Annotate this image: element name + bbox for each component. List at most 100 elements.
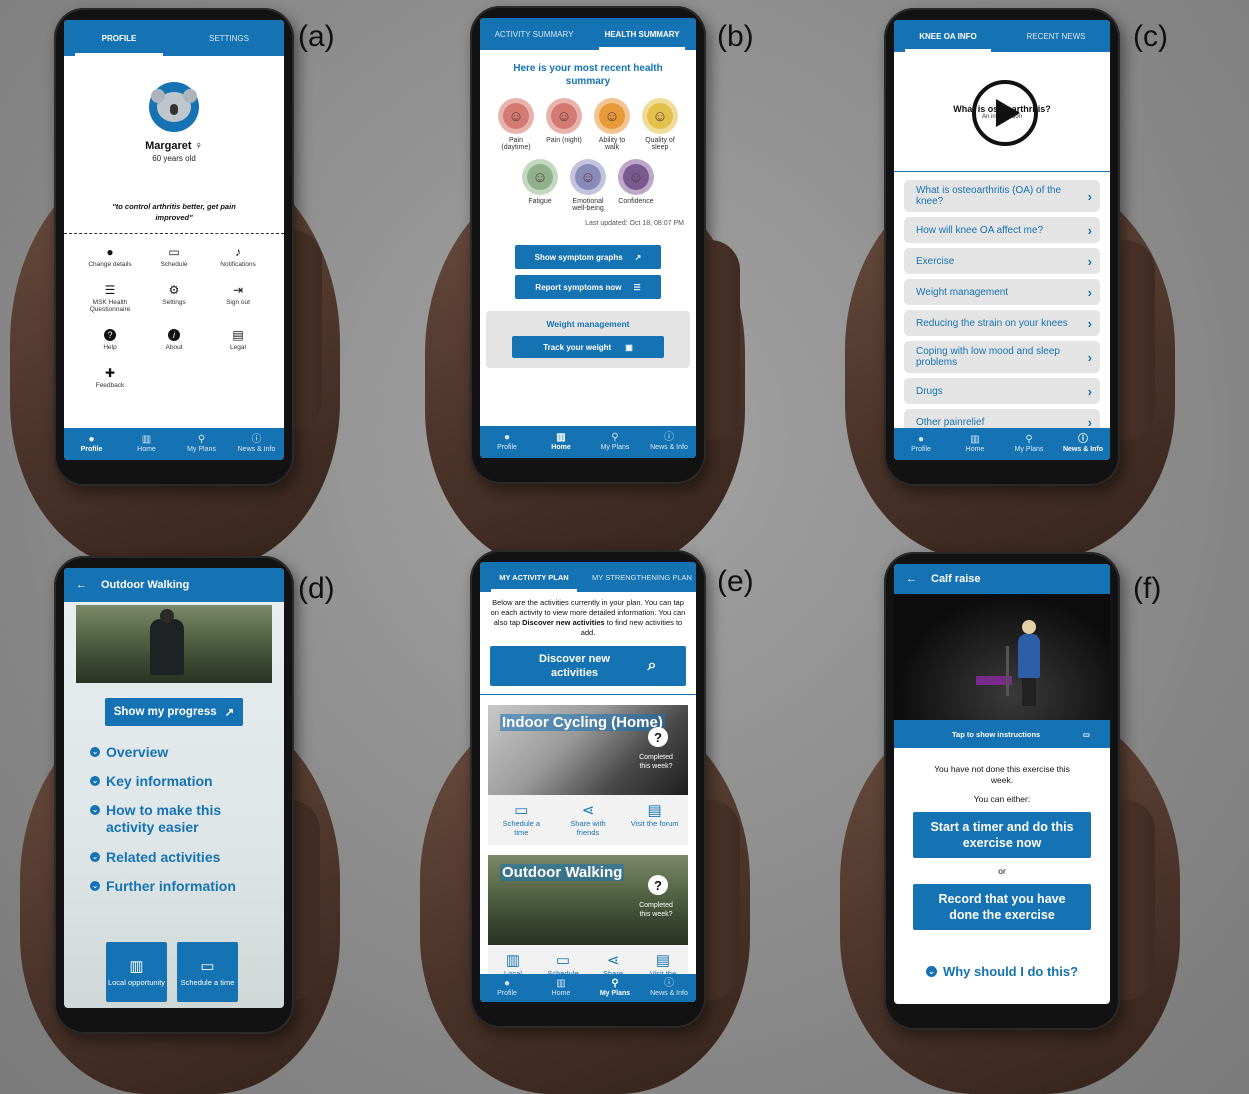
- koala-icon: [151, 89, 197, 122]
- nav-home[interactable]: ▥ Home: [948, 428, 1002, 460]
- list-item[interactable]: What is osteoarthritis (OA) of the knee?…: [904, 180, 1100, 212]
- list-item[interactable]: Weight management ›: [904, 279, 1100, 305]
- help-icon[interactable]: ?: [648, 875, 668, 895]
- nav-profile[interactable]: ● Profile: [480, 426, 534, 458]
- help-icon[interactable]: ?: [648, 727, 668, 747]
- tab-recent-news[interactable]: RECENT NEWS: [1002, 20, 1110, 52]
- map-icon: ▥: [129, 958, 144, 975]
- phone-e: MY ACTIVITY PLAN MY STRENGTHENING PLAN B…: [470, 550, 706, 1028]
- avatar[interactable]: [149, 82, 199, 132]
- section-related-activities[interactable]: ⌄ Related activities: [90, 849, 284, 865]
- sliders-icon: ☰: [633, 282, 641, 292]
- schedule-time-button[interactable]: ▭ Schedule a time: [177, 942, 238, 1002]
- video-player[interactable]: What is osteoarthritis? An introduction: [894, 52, 1110, 172]
- smiley-icon: ☺: [647, 103, 673, 129]
- face-pain-night[interactable]: ☺ Pain (night): [545, 98, 583, 151]
- forum-action[interactable]: ▤ Visit the forum: [630, 801, 680, 837]
- not-done-text: You have not done this exercise this wee…: [934, 764, 1070, 785]
- list-item[interactable]: Reducing the strain on your knees ›: [904, 310, 1100, 336]
- section-key-information[interactable]: ⌄ Key information: [90, 773, 284, 789]
- share-action[interactable]: ⋖ Share with friends: [563, 801, 613, 837]
- track-weight-button[interactable]: Track your weight ▣: [512, 336, 664, 358]
- section-make-easier[interactable]: ⌄ How to make this activity easier: [90, 802, 230, 836]
- last-updated: Last updated: Oct 18, 08:07 PM: [585, 220, 684, 227]
- section-overview[interactable]: ⌄ Overview: [90, 744, 284, 760]
- nav-news[interactable]: ⓘ News & Info: [642, 426, 696, 458]
- tab-my-activity-plan[interactable]: MY ACTIVITY PLAN: [480, 562, 588, 592]
- nav-plans[interactable]: ⚲ My Plans: [174, 428, 229, 460]
- nav-home[interactable]: ▥ Home: [119, 428, 174, 460]
- local-opportunity-button[interactable]: ▥ Local opportunity: [106, 942, 167, 1002]
- calendar-icon: ▭: [168, 245, 180, 259]
- exercise-video[interactable]: [894, 594, 1110, 720]
- profile-name: Margaret: [145, 140, 192, 152]
- discover-activities-button[interactable]: Discover new activities ⌕: [490, 646, 686, 686]
- record-exercise-button[interactable]: Record that you have done the exercise: [913, 884, 1091, 930]
- nav-home[interactable]: ▥ Home: [534, 426, 588, 458]
- grid-legal[interactable]: ▤ Legal: [206, 329, 270, 351]
- card-actions: ▭ Schedule a time ⋖ Share with friends ▤ Vi…: [488, 795, 688, 845]
- grid-schedule[interactable]: ▭ Schedule: [142, 246, 206, 268]
- face-quality-sleep[interactable]: ☺ Quality of sleep: [641, 98, 679, 151]
- play-icon[interactable]: [972, 80, 1038, 146]
- nav-profile[interactable]: ● Profile: [480, 974, 534, 1002]
- grid-sign-out[interactable]: ⇥ Sign out: [206, 284, 270, 313]
- nav-news[interactable]: ⓘ News & Info: [229, 428, 284, 460]
- face-ability-walk[interactable]: ☺ Ability to walk: [593, 98, 631, 151]
- nav-news[interactable]: ⓘ News & Info: [1056, 428, 1110, 460]
- section-list: ⌄ Overview ⌄ Key information ⌄ How to make …: [64, 744, 284, 894]
- list-item[interactable]: Exercise ›: [904, 248, 1100, 274]
- nav-home[interactable]: ▥ Home: [534, 974, 588, 1002]
- grid-settings[interactable]: ⚙ Settings: [142, 284, 206, 313]
- nav-plans[interactable]: ⚲ My Plans: [1002, 428, 1056, 460]
- why-section[interactable]: ⌄ Why should I do this?: [894, 964, 1110, 979]
- schedule-action[interactable]: ▭ Schedule a time: [496, 801, 546, 837]
- smiley-icon: ☺: [575, 164, 601, 190]
- panel-label-a: (a): [298, 20, 335, 53]
- face-row-2: ☺ Fatigue ☺ Emotional well-being ☺ Confiden…: [480, 159, 696, 212]
- tab-knee-oa-info[interactable]: KNEE OA INFO: [894, 20, 1002, 52]
- grid-notifications[interactable]: ♪ Notifications: [206, 246, 270, 268]
- face-emotional[interactable]: ☺ Emotional well-being: [569, 159, 607, 212]
- forum-icon: ▤: [655, 952, 671, 969]
- grid-about[interactable]: i About: [142, 329, 206, 351]
- nav-plans[interactable]: ⚲ My Plans: [588, 426, 642, 458]
- either-text: You can either:: [973, 794, 1031, 804]
- nav-news[interactable]: ⓘ News & Info: [642, 974, 696, 1002]
- face-confidence[interactable]: ☺ Confidence: [617, 159, 655, 212]
- grid-feedback[interactable]: ✚ Feedback: [78, 367, 142, 389]
- activity-card[interactable]: Indoor Cycling (Home) ? Completed this w…: [488, 705, 688, 845]
- report-symptoms-button[interactable]: Report symptoms now ☰: [515, 275, 661, 299]
- face-pain-daytime[interactable]: ☺ Pain (daytime): [497, 98, 535, 151]
- tab-profile[interactable]: PROFILE: [64, 20, 174, 56]
- show-instructions-bar[interactable]: Tap to show instructions ▭: [894, 720, 1110, 748]
- list-item[interactable]: How will knee OA affect me? ›: [904, 217, 1100, 243]
- dashed-divider: [64, 233, 284, 234]
- show-progress-button[interactable]: Show my progress ↗: [105, 698, 243, 726]
- activity-card[interactable]: Outdoor Walking ? Completed this week? ▥…: [488, 855, 688, 986]
- tab-health-summary[interactable]: HEALTH SUMMARY: [588, 18, 696, 50]
- tab-activity-summary[interactable]: ACTIVITY SUMMARY: [480, 18, 588, 50]
- nav-profile[interactable]: ● Profile: [894, 428, 948, 460]
- face-fatigue[interactable]: ☺ Fatigue: [521, 159, 559, 212]
- list-item[interactable]: Coping with low mood and sleep problems ›: [904, 341, 1100, 373]
- profile-icon: ●: [503, 432, 511, 443]
- back-arrow-icon[interactable]: ←: [906, 573, 917, 585]
- home-chart-icon: ▥: [970, 434, 980, 445]
- chevron-right-icon: ›: [1087, 284, 1092, 300]
- list-item[interactable]: Drugs ›: [904, 378, 1100, 404]
- grid-help[interactable]: ? Help: [78, 329, 142, 351]
- chevron-right-icon: ›: [1087, 253, 1092, 269]
- start-timer-button[interactable]: Start a timer and do this exercise now: [913, 812, 1091, 858]
- back-arrow-icon[interactable]: ←: [76, 579, 87, 591]
- section-further-information[interactable]: ⌄ Further information: [90, 878, 284, 894]
- completed-label: Completed this week?: [639, 754, 673, 770]
- tab-my-strengthening-plan[interactable]: MY STRENGTHENING PLAN: [588, 562, 696, 592]
- nav-plans[interactable]: ⚲ My Plans: [588, 974, 642, 1002]
- grid-change-details[interactable]: ● Change details: [78, 246, 142, 268]
- smiley-icon: ☺: [503, 103, 529, 129]
- show-symptom-graphs-button[interactable]: Show symptom graphs ↗: [515, 245, 661, 269]
- tab-settings[interactable]: SETTINGS: [174, 20, 284, 56]
- grid-msk-questionnaire[interactable]: ☰ MSK Health Questionnaire: [78, 284, 142, 313]
- nav-profile[interactable]: ● Profile: [64, 428, 119, 460]
